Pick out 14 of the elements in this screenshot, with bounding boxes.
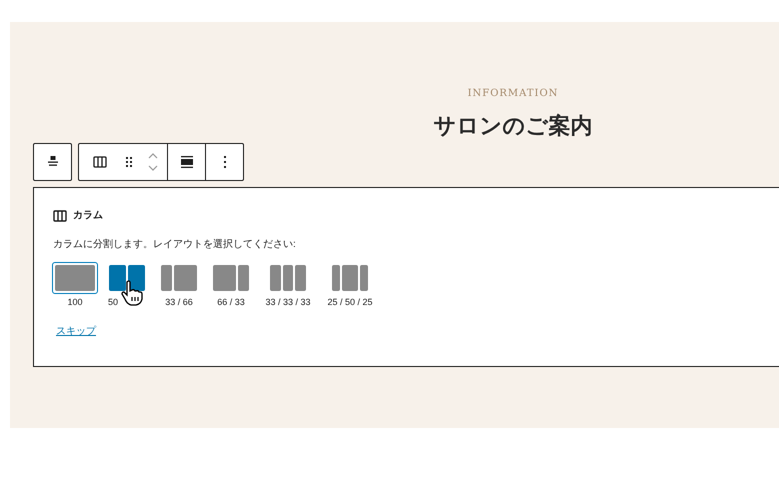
- block-title: カラム: [73, 209, 103, 223]
- layout-label: 100: [67, 296, 83, 309]
- hand-cursor-icon: [121, 280, 143, 306]
- instructions-text: カラムに分割します。レイアウトを選択してください:: [53, 238, 297, 252]
- layout-label: 50: [108, 296, 118, 309]
- column-layout-option[interactable]: [106, 262, 148, 294]
- layout-label: 25 / 50 / 25: [327, 296, 373, 309]
- layout-label: 33 / 66: [165, 296, 193, 309]
- page-heading: サロンのご案内: [434, 112, 592, 141]
- columns-icon: [53, 210, 67, 222]
- layout-label: 33 / 33 / 33: [265, 296, 311, 309]
- layout-label: 66 / 33: [217, 296, 245, 309]
- eyebrow-text: INFORMATION: [468, 87, 558, 101]
- skip-link[interactable]: スキップ: [56, 324, 96, 338]
